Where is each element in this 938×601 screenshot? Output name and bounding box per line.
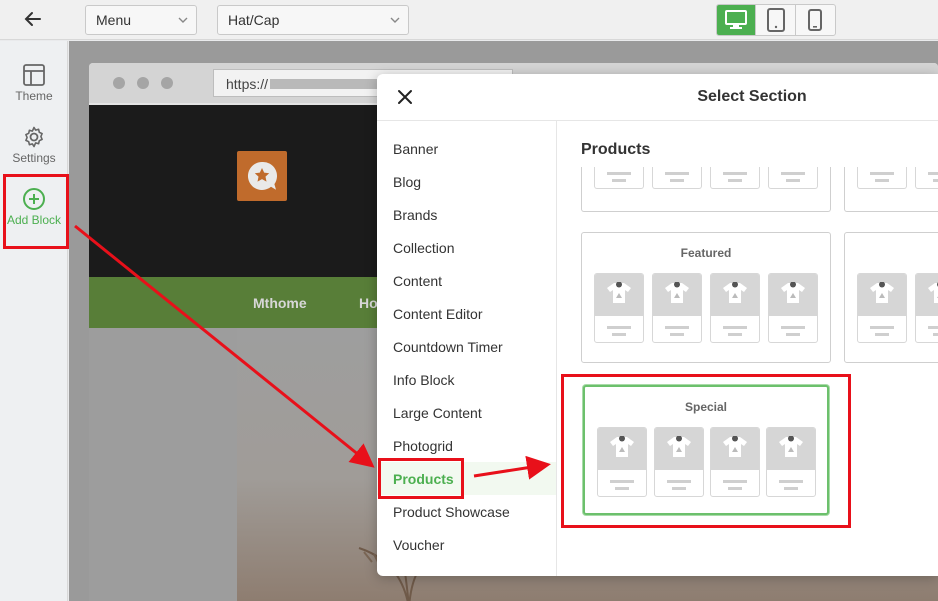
top-toolbar: Menu Hat/Cap xyxy=(0,0,938,40)
window-dot xyxy=(137,77,149,89)
redacted-url xyxy=(270,79,380,89)
gear-icon xyxy=(25,126,43,148)
nav-link-mthome[interactable]: Mthome xyxy=(253,295,307,311)
product-placeholder xyxy=(652,273,702,343)
card-label: Featured xyxy=(680,246,732,260)
sidebar-item-label: Settings xyxy=(12,151,56,165)
tshirt-icon xyxy=(781,282,805,303)
device-switcher xyxy=(716,4,836,36)
star-chat-logo-icon xyxy=(247,161,278,190)
product-placeholder xyxy=(710,167,760,189)
pane-title: Products xyxy=(581,141,651,158)
category-list: Banner Blog Brands Collection Content Co… xyxy=(377,121,557,576)
category-content[interactable]: Content xyxy=(377,264,556,297)
menu-select-value: Menu xyxy=(96,12,132,28)
mobile-icon xyxy=(808,9,823,31)
url-text: https:// xyxy=(226,76,269,92)
category-countdown-timer[interactable]: Countdown Timer xyxy=(377,330,556,363)
sidebar-item-settings[interactable]: Settings xyxy=(0,125,68,165)
sidebar-item-label: Theme xyxy=(15,89,53,103)
category-collection[interactable]: Collection xyxy=(377,231,556,264)
page-select[interactable]: Hat/Cap xyxy=(217,5,409,35)
product-placeholder xyxy=(768,273,818,343)
category-banner[interactable]: Banner xyxy=(377,132,556,165)
tshirt-icon xyxy=(870,282,894,303)
category-info-block[interactable]: Info Block xyxy=(377,363,556,396)
chevron-down-icon xyxy=(390,17,400,23)
section-card-featured[interactable]: Featured xyxy=(581,232,831,363)
annotation-highlight-products xyxy=(378,458,464,499)
product-placeholder xyxy=(594,273,644,343)
category-product-showcase[interactable]: Product Showcase xyxy=(377,495,556,528)
layout-icon xyxy=(23,64,45,86)
category-blog[interactable]: Blog xyxy=(377,165,556,198)
product-placeholder xyxy=(594,167,644,189)
section-card[interactable] xyxy=(844,167,938,212)
category-voucher[interactable]: Voucher xyxy=(377,528,556,561)
desktop-icon xyxy=(725,10,748,29)
tshirt-icon xyxy=(928,282,938,303)
product-placeholder xyxy=(857,167,907,189)
tshirt-icon xyxy=(665,282,689,303)
annotation-highlight-add-block xyxy=(3,174,69,249)
tshirt-icon xyxy=(723,282,747,303)
back-arrow-icon[interactable] xyxy=(22,8,44,30)
category-large-content[interactable]: Large Content xyxy=(377,396,556,429)
tablet-view-button[interactable] xyxy=(756,5,796,35)
product-placeholder xyxy=(710,273,760,343)
product-placeholder xyxy=(768,167,818,189)
menu-select[interactable]: Menu xyxy=(85,5,197,35)
product-placeholder xyxy=(652,167,702,189)
sidebar-item-theme[interactable]: Theme xyxy=(0,63,68,103)
tablet-icon xyxy=(766,8,785,32)
section-card[interactable] xyxy=(844,232,938,363)
site-side-column xyxy=(89,328,237,601)
window-dot xyxy=(161,77,173,89)
tshirt-icon xyxy=(607,282,631,303)
product-placeholder xyxy=(915,167,938,189)
category-brands[interactable]: Brands xyxy=(377,198,556,231)
section-card[interactable] xyxy=(581,167,831,212)
chevron-down-icon xyxy=(178,17,188,23)
page-select-value: Hat/Cap xyxy=(228,12,280,28)
desktop-view-button[interactable] xyxy=(717,5,757,35)
product-placeholder xyxy=(915,273,938,343)
category-content-editor[interactable]: Content Editor xyxy=(377,297,556,330)
nav-link-home[interactable]: Ho xyxy=(359,295,378,311)
mobile-view-button[interactable] xyxy=(796,5,835,35)
product-placeholder xyxy=(857,273,907,343)
window-dot xyxy=(113,77,125,89)
site-logo xyxy=(237,151,287,201)
annotation-highlight-special xyxy=(561,374,851,528)
modal-header: Select Section xyxy=(377,74,938,121)
modal-title: Select Section xyxy=(697,88,807,105)
left-sidebar: Theme Settings Add Block xyxy=(0,41,68,601)
